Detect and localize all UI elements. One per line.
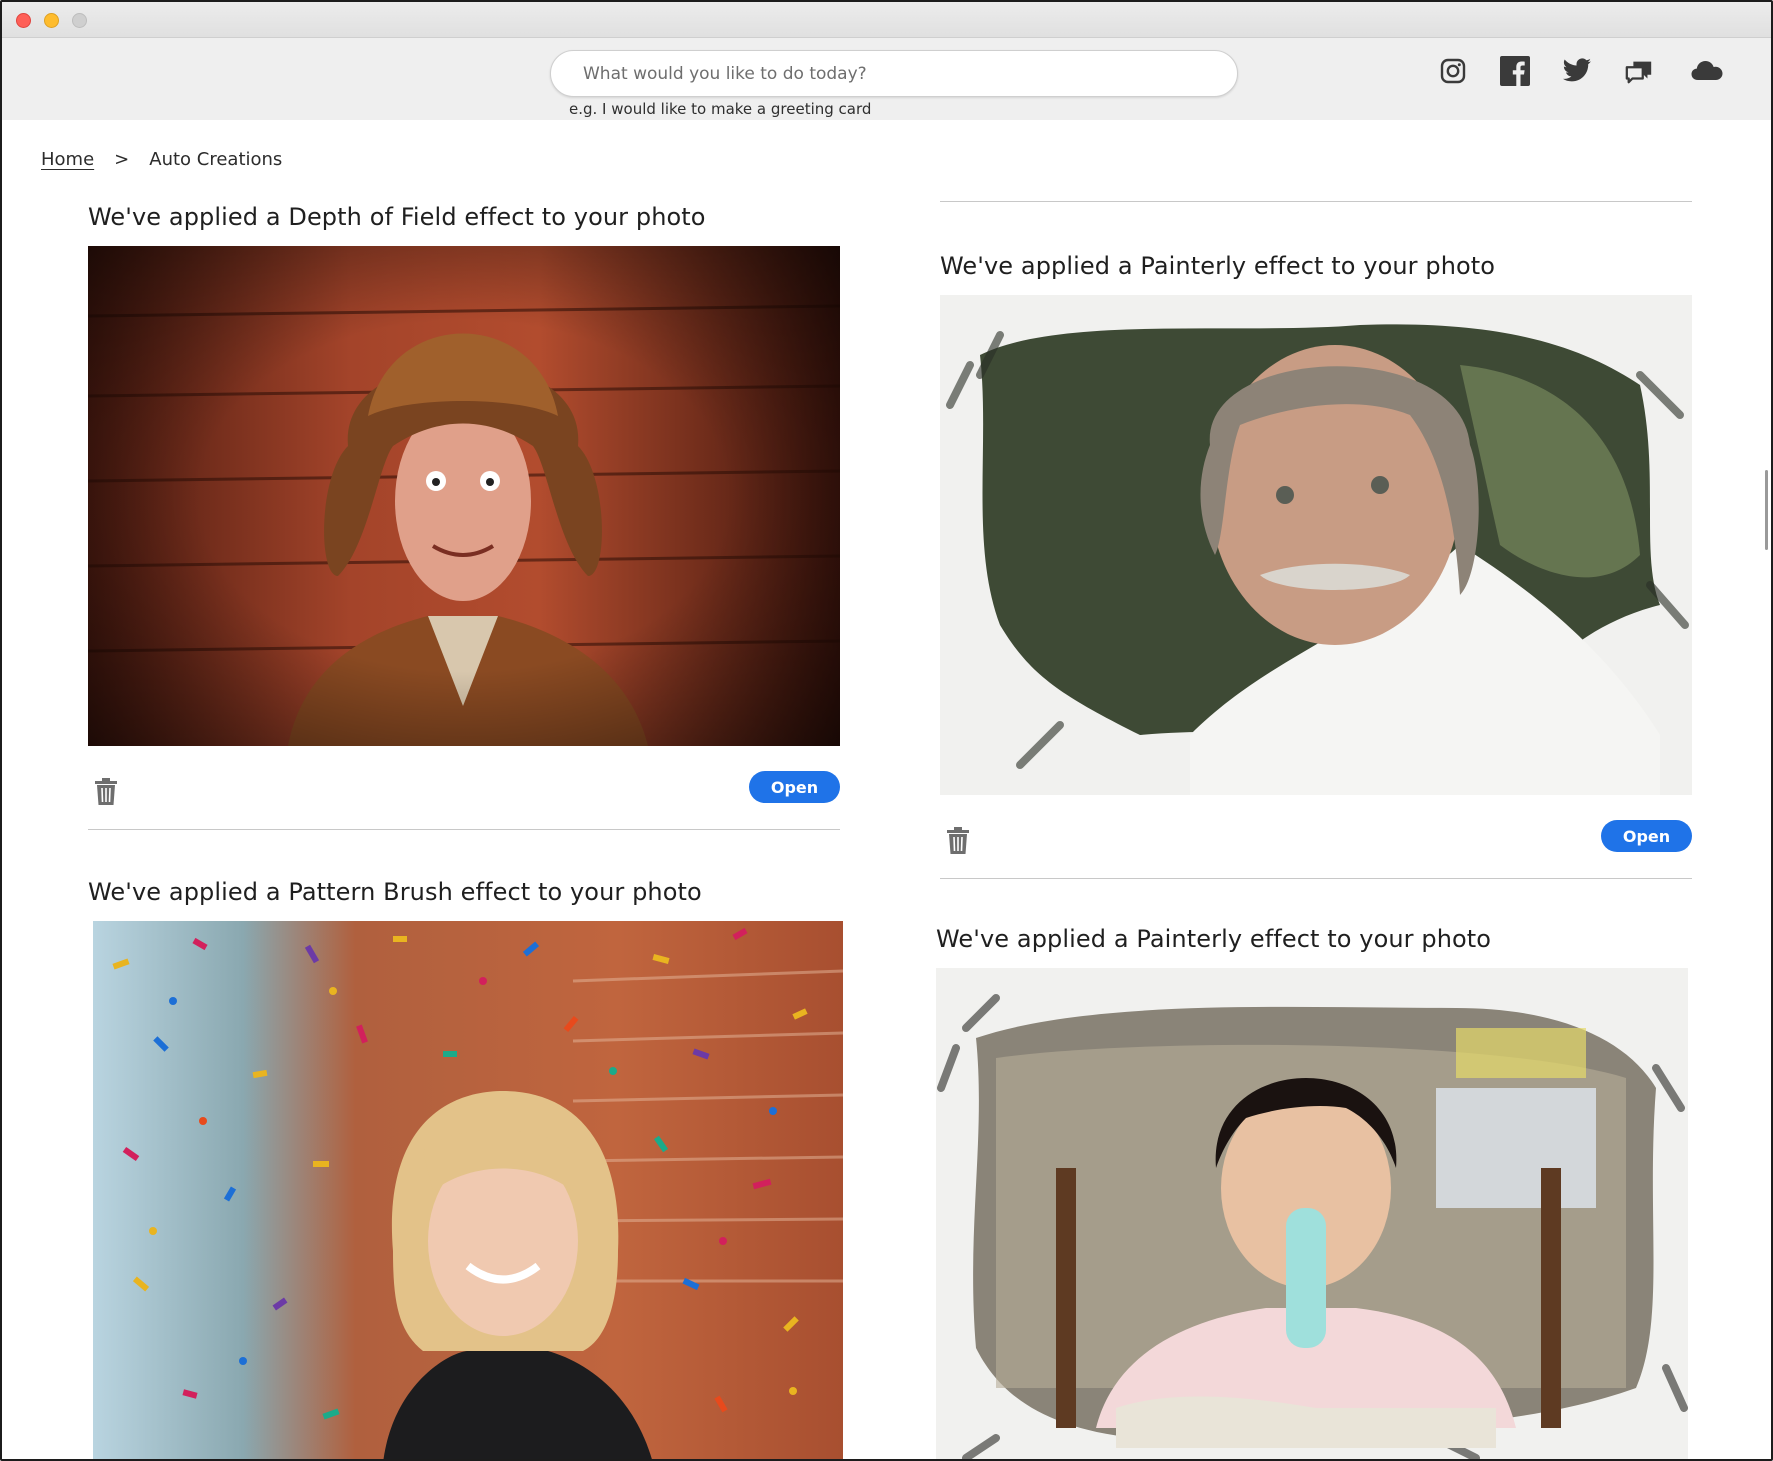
card-title: We've applied a Painterly effect to your… — [940, 252, 1496, 280]
trash-icon[interactable] — [945, 826, 971, 856]
scrollbar-thumb[interactable] — [1765, 470, 1768, 550]
facebook-icon[interactable] — [1500, 56, 1530, 86]
search-input[interactable] — [551, 51, 1237, 96]
card-actions: Open — [88, 771, 840, 811]
auto-creation-card-pattern-brush: We've applied a Pattern Brush effect to … — [88, 878, 840, 906]
open-button[interactable]: Open — [1601, 820, 1692, 852]
app-window: e.g. I would like to make a greeting car… — [0, 0, 1773, 1461]
card-title: We've applied a Depth of Field effect to… — [88, 203, 706, 231]
card-title: We've applied a Painterly effect to your… — [936, 925, 1492, 953]
breadcrumb-home-link[interactable]: Home — [41, 149, 94, 170]
breadcrumb-separator: > — [114, 149, 130, 170]
breadcrumb: Home > Auto Creations — [41, 149, 282, 170]
card-actions: Open — [940, 820, 1692, 860]
trash-icon[interactable] — [93, 777, 119, 807]
search-hint: e.g. I would like to make a greeting car… — [569, 100, 872, 118]
divider — [940, 201, 1692, 202]
search-box[interactable] — [550, 50, 1238, 97]
depth-of-field-photo[interactable] — [88, 246, 840, 746]
cloud-icon[interactable] — [1690, 56, 1724, 86]
open-button[interactable]: Open — [749, 771, 840, 803]
divider — [88, 829, 840, 830]
auto-creation-card-depth-of-field: We've applied a Depth of Field effect to… — [88, 203, 840, 231]
community-icon[interactable] — [1624, 56, 1654, 86]
zoom-window-button[interactable] — [72, 13, 87, 28]
title-bar — [2, 2, 1771, 38]
card-title: We've applied a Pattern Brush effect to … — [88, 878, 702, 906]
main-content: Home > Auto Creations We've applied a De… — [2, 120, 1771, 1459]
auto-creation-card-painterly: We've applied a Painterly effect to your… — [940, 252, 1692, 280]
divider — [940, 878, 1692, 879]
instagram-icon[interactable] — [1438, 56, 1468, 86]
top-toolbar: e.g. I would like to make a greeting car… — [2, 38, 1771, 120]
pattern-brush-photo[interactable] — [93, 921, 843, 1459]
auto-creation-card-painterly-2: We've applied a Painterly effect to your… — [936, 925, 1688, 953]
close-window-button[interactable] — [16, 13, 31, 28]
breadcrumb-current: Auto Creations — [149, 149, 283, 170]
painterly-photo-2[interactable] — [936, 968, 1688, 1459]
painterly-photo[interactable] — [940, 295, 1692, 795]
twitter-icon[interactable] — [1562, 56, 1592, 86]
minimize-window-button[interactable] — [44, 13, 59, 28]
